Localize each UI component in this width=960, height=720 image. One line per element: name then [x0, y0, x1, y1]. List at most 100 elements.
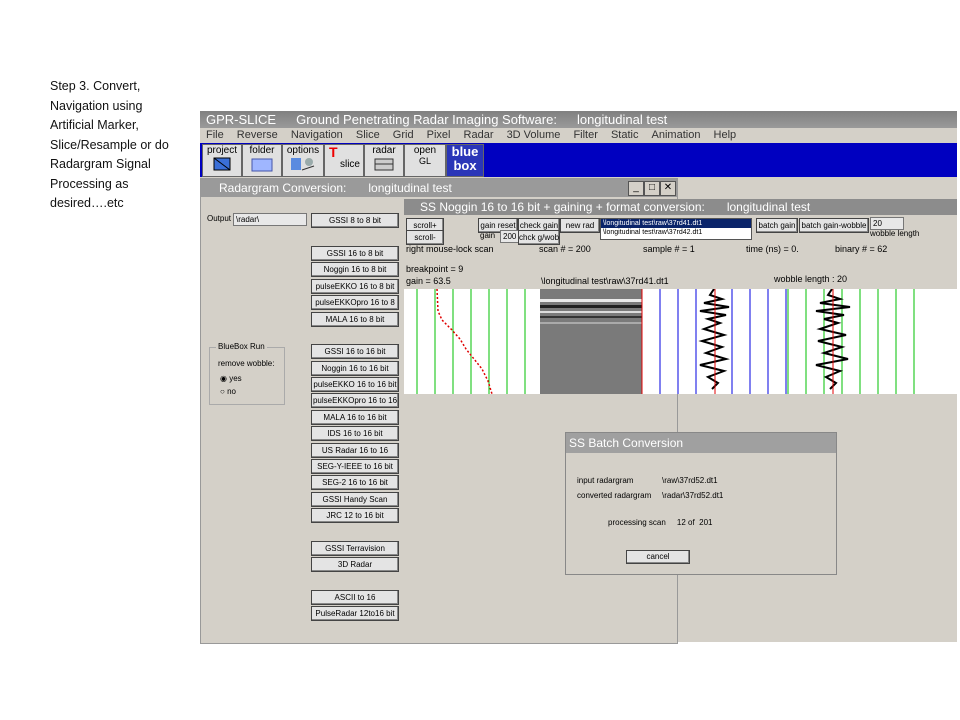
project-button[interactable]: project: [202, 144, 242, 177]
breakpoint-value: breakpoint = 9: [406, 264, 464, 274]
menu-reverse[interactable]: Reverse: [237, 129, 278, 141]
jrc-12-to-16-button[interactable]: JRC 12 to 16 bit: [311, 508, 399, 523]
converted-radargram-value: \radar\37rd52.dt1: [662, 491, 724, 500]
radio-yes-label: yes: [229, 374, 242, 383]
pulseekkopro-16-to-8-button[interactable]: pulseEKKOpro 16 to 8: [311, 295, 399, 310]
us-radar-16-to-16-button[interactable]: US Radar 16 to 16: [311, 443, 399, 458]
ids-16-to-16-button[interactable]: IDS 16 to 16 bit: [311, 426, 399, 441]
pulseekkopro-16-to-16-button[interactable]: pulseEKKOpro 16 to 16: [311, 393, 399, 408]
file-item-selected[interactable]: \longitudinal test\raw\37rd41.dt1: [601, 219, 751, 228]
wobble-length-label: wobble length: [870, 229, 920, 238]
menu-help[interactable]: Help: [714, 129, 737, 141]
scroll-minus-button[interactable]: scroll-: [406, 230, 444, 245]
cancel-button[interactable]: cancel: [626, 550, 690, 564]
conversion-project: longitudinal test: [368, 181, 452, 195]
menu-slice[interactable]: Slice: [356, 129, 380, 141]
batch-gain-wobble-button[interactable]: batch gain-wobble: [799, 218, 869, 233]
gl-label: GL: [418, 156, 431, 166]
menu-3d-volume[interactable]: 3D Volume: [507, 129, 561, 141]
right-mouse-lock-scan-label: right mouse-lock scan: [406, 244, 494, 254]
trace-panel: [641, 288, 787, 394]
radar-label: radar: [372, 145, 396, 156]
radio-no[interactable]: ○ no: [220, 387, 236, 396]
batch-title: SS Batch Conversion: [566, 433, 836, 453]
radio-yes-icon: ◉: [220, 374, 227, 383]
step-instructions: Step 3. Convert, Navigation using Artifi…: [50, 79, 169, 210]
pulseekko-16-to-16-button[interactable]: pulseEKKO 16 to 16 bit: [311, 377, 399, 392]
maximize-button[interactable]: □: [644, 181, 660, 196]
minimize-button[interactable]: _: [628, 181, 644, 196]
folder-icon: [251, 158, 273, 172]
noggin-16-to-16-button[interactable]: Noggin 16 to 16 bit: [311, 361, 399, 376]
app-title-bar: GPR-SLICE Ground Penetrating Radar Imagin…: [200, 111, 957, 128]
options-button[interactable]: options: [282, 144, 324, 177]
remove-wobble-label: remove wobble:: [218, 359, 275, 368]
radio-no-label: no: [227, 387, 236, 396]
gssi-8-to-8-button[interactable]: GSSI 8 to 8 bit: [311, 213, 399, 228]
wobble-panel: [787, 288, 915, 394]
noggin-16-to-8-button[interactable]: Noggin 16 to 8 bit: [311, 262, 399, 277]
menu-file[interactable]: File: [206, 129, 224, 141]
bluebox-run-group: BlueBox Run remove wobble: ◉ yes ○ no: [209, 342, 285, 405]
gssi-terravision-button[interactable]: GSSI Terravision: [311, 541, 399, 556]
input-radargram-label: input radargram: [577, 476, 634, 485]
conversion-title: Radargram Conversion:: [219, 181, 347, 195]
mala-16-to-16-button[interactable]: MALA 16 to 16 bit: [311, 410, 399, 425]
seg-y-ieee-to-16-button[interactable]: SEG-Y-IEEE to 16 bit: [311, 459, 399, 474]
slice-t-icon: T: [329, 144, 338, 160]
noggin-conversion-window: SS Noggin 16 to 16 bit + gaining + forma…: [404, 199, 957, 394]
gssi-16-to-16-button[interactable]: GSSI 16 to 16 bit: [311, 344, 399, 359]
output-label: Output: [207, 214, 232, 223]
menu-pixel[interactable]: Pixel: [427, 129, 451, 141]
batch-gain-button[interactable]: batch gain: [756, 218, 798, 233]
menu-bar: File Reverse Navigation Slice Grid Pixel…: [200, 128, 957, 143]
blue-label: blue: [451, 144, 479, 159]
plot-area: [404, 288, 957, 394]
check-gain-wobble-button[interactable]: chck g/wob: [518, 230, 560, 245]
gssi-handy-scan-button[interactable]: GSSI Handy Scan: [311, 492, 399, 507]
pulseradar-12to16-button[interactable]: PulseRadar 12to16 bit: [311, 606, 399, 621]
bluebox-run-title: BlueBox Run: [216, 342, 267, 351]
menu-static[interactable]: Static: [611, 129, 639, 141]
radio-yes[interactable]: ◉ yes: [220, 374, 242, 383]
output-field[interactable]: \radar\: [233, 213, 307, 226]
radar-button[interactable]: radar: [364, 144, 404, 177]
processing-scan-status: processing scan 12 of 201: [608, 518, 713, 527]
new-rad-button[interactable]: new rad: [560, 218, 600, 233]
app-description: Ground Penetrating Radar Imaging Softwar…: [296, 112, 557, 127]
seg-2-16-to-16-button[interactable]: SEG-2 16 to 16 bit: [311, 475, 399, 490]
binary-number: binary # = 62: [835, 244, 888, 254]
gain-curve-panel: [416, 288, 526, 394]
time-ns: time (ns) = 0.: [746, 244, 799, 254]
gssi-16-to-8-button[interactable]: GSSI 16 to 8 bit: [311, 246, 399, 261]
menu-grid[interactable]: Grid: [393, 129, 414, 141]
current-filename: \longitudinal test\raw\37rd41.dt1: [541, 276, 669, 286]
menu-navigation[interactable]: Navigation: [291, 129, 343, 141]
3d-radar-button[interactable]: 3D Radar: [311, 557, 399, 572]
pulseekko-16-to-8-button[interactable]: pulseEKKO 16 to 8 bit: [311, 279, 399, 294]
noggin-title-bar: SS Noggin 16 to 16 bit + gaining + forma…: [404, 199, 957, 215]
file-item[interactable]: \longitudinal test\raw\37rd42.dt1: [601, 228, 751, 237]
menu-animation[interactable]: Animation: [652, 129, 701, 141]
slice-button[interactable]: T slice: [324, 144, 364, 177]
menu-radar[interactable]: Radar: [464, 129, 494, 141]
input-radargram-value: \raw\37rd52.dt1: [662, 476, 718, 485]
sample-number: sample # = 1: [643, 244, 695, 254]
folder-button[interactable]: folder: [242, 144, 282, 177]
close-button[interactable]: ✕: [660, 181, 676, 196]
bluebox-button[interactable]: blue box: [446, 144, 484, 177]
mala-16-to-8-button[interactable]: MALA 16 to 8 bit: [311, 312, 399, 327]
ascii-to-16-button[interactable]: ASCII to 16: [311, 590, 399, 605]
noggin-title: SS Noggin 16 to 16 bit + gaining + forma…: [420, 200, 705, 214]
radargram-plots: [416, 288, 915, 394]
toolbar: project folder options T slice radar ope…: [200, 143, 957, 177]
project-icon: [213, 157, 231, 171]
slice-label: slice: [339, 159, 360, 170]
open-label: open: [413, 145, 437, 156]
gain-input[interactable]: 200: [500, 230, 520, 243]
open-gl-button[interactable]: open GL: [404, 144, 446, 177]
app-name: GPR-SLICE: [206, 112, 277, 127]
file-listbox[interactable]: \longitudinal test\raw\37rd41.dt1 \longi…: [600, 218, 752, 240]
noggin-project: longitudinal test: [726, 200, 811, 214]
menu-filter[interactable]: Filter: [573, 129, 597, 141]
